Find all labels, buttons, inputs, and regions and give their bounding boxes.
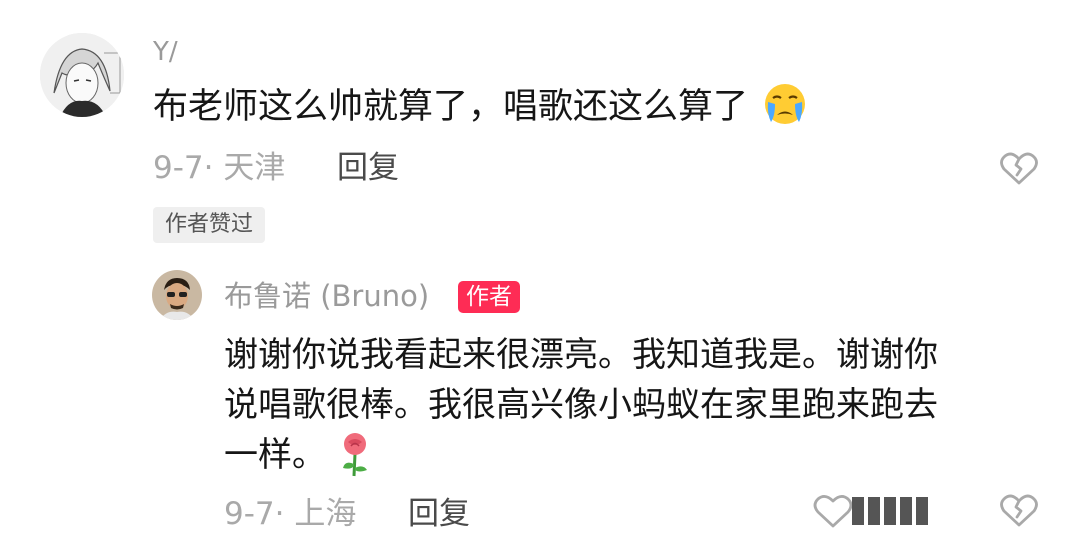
crying-face-icon	[761, 82, 809, 126]
reply-username[interactable]: 布鲁诺 (Bruno)	[224, 279, 429, 313]
like-count-redacted	[848, 495, 938, 527]
reply-button[interactable]: 回复	[337, 150, 399, 186]
broken-heart-icon[interactable]	[1000, 494, 1038, 528]
comment-username[interactable]: Y/	[153, 37, 178, 67]
author-liked-badge: 作者赞过	[153, 207, 266, 243]
avatar[interactable]	[40, 33, 124, 117]
comment-date: 9-7	[153, 150, 204, 186]
comment-text: 布老师这么帅就算了，唱歌还这么算了	[153, 82, 809, 129]
comment-location: 天津	[223, 150, 286, 186]
reply-location: 上海	[294, 496, 357, 532]
comment-body: 布老师这么帅就算了，唱歌还这么算了	[153, 87, 749, 127]
comment-meta: 9-7· 天津	[153, 150, 286, 186]
reply-avatar[interactable]	[152, 270, 202, 320]
heart-icon[interactable]	[813, 494, 853, 530]
rose-icon	[337, 432, 373, 478]
reply-text: 谢谢你说我看起来很漂亮。我知道我是。谢谢你 说唱歌很棒。我很高兴像小蚂蚁在家里跑…	[224, 330, 938, 480]
reply-reply-button[interactable]: 回复	[408, 496, 470, 532]
reply-text-line-2: 说唱歌很棒。我很高兴像小蚂蚁在家里跑来跑去	[224, 385, 938, 425]
reply-date: 9-7	[224, 496, 275, 532]
author-badge: 作者	[458, 281, 520, 313]
reply-text-line-1: 谢谢你说我看起来很漂亮。我知道我是。谢谢你	[224, 335, 938, 375]
reply-text-line-3: 一样。	[224, 435, 326, 475]
broken-heart-icon[interactable]	[1000, 152, 1038, 186]
reply-meta: 9-7· 上海	[224, 496, 357, 532]
